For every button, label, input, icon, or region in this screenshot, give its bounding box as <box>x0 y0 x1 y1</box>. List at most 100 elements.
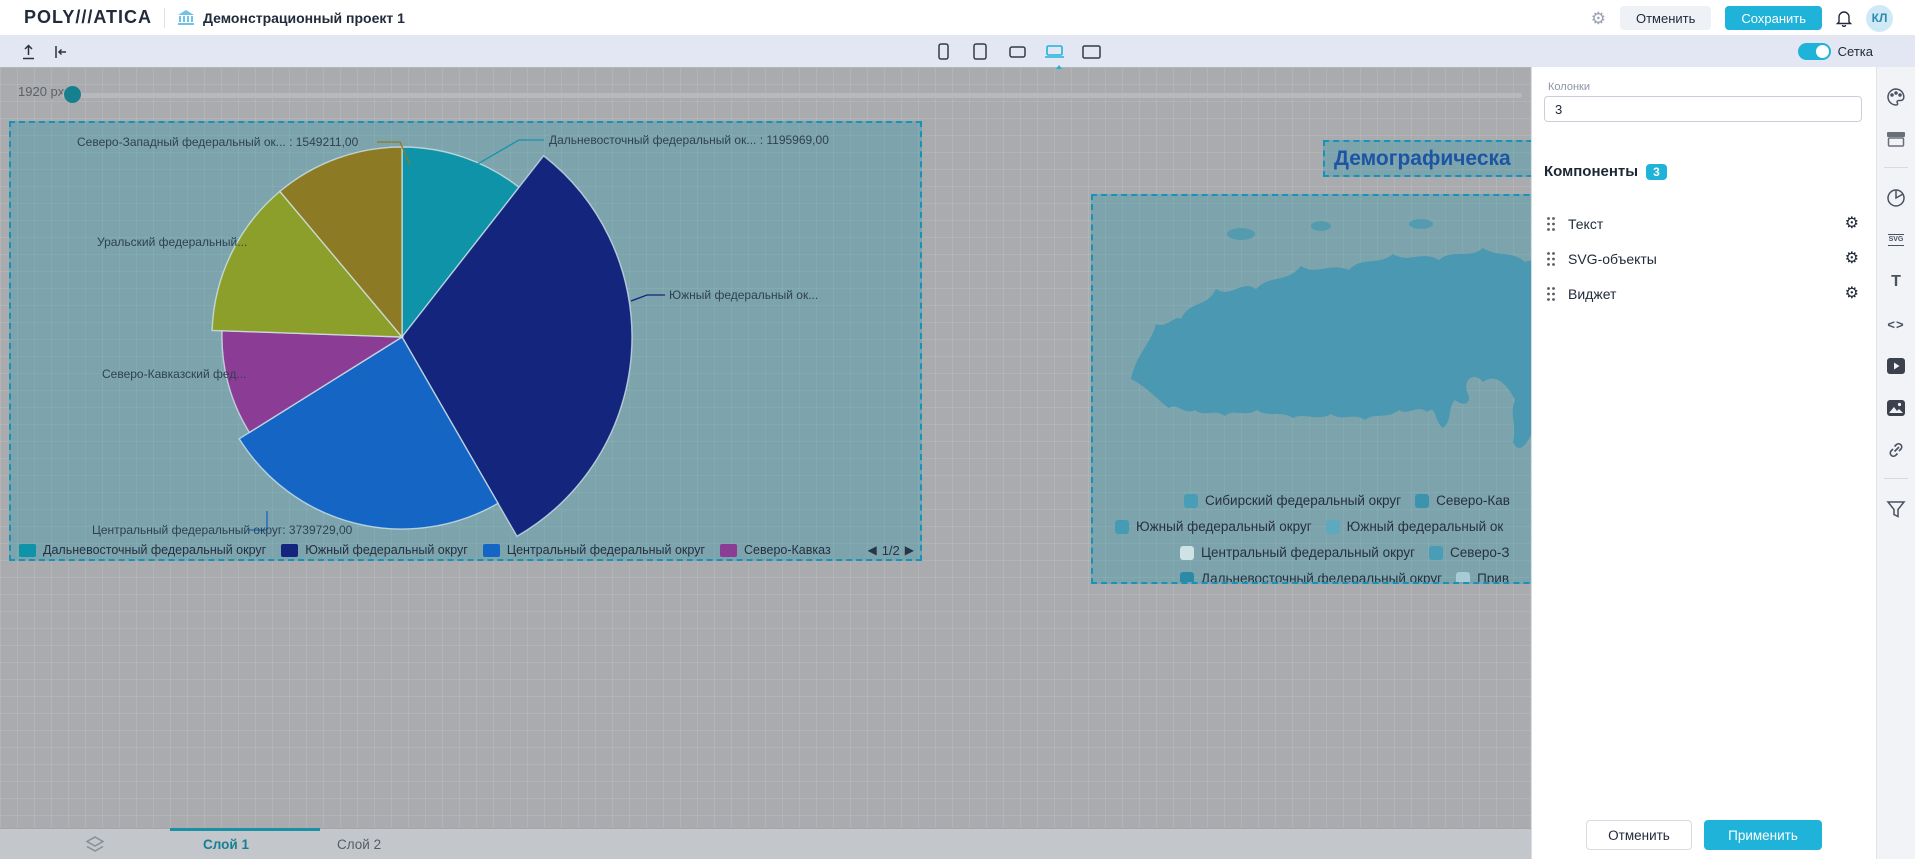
map-legend-item[interactable]: Северо-З <box>1429 545 1509 560</box>
bank-icon <box>177 10 195 26</box>
header-save-button[interactable]: Сохранить <box>1725 6 1822 30</box>
components-count-badge: 3 <box>1646 164 1667 180</box>
layers-bar: Слой 1 Слой 2 <box>0 828 1531 859</box>
grid-toggle-knob <box>1816 45 1829 58</box>
pie-legend: Дальневосточный федеральный округ Южный … <box>19 540 856 560</box>
bell-icon[interactable] <box>1836 10 1852 27</box>
component-gear-icon[interactable]: ⚙ <box>1845 216 1859 232</box>
map-legend-row: Южный федеральный округ Южный федеральны… <box>1115 519 1503 534</box>
upload-icon[interactable] <box>16 40 40 64</box>
map-legend-item[interactable]: Дальневосточный федеральный округ <box>1180 571 1442 584</box>
header-divider <box>164 8 165 28</box>
pie-slice-ufo <box>212 191 402 337</box>
layer-tab-1[interactable]: Слой 1 <box>203 829 249 859</box>
map-legend-row: Центральный федеральный округ Северо-З <box>1180 545 1510 560</box>
pie-slice-dfo <box>402 147 519 337</box>
component-gear-icon[interactable]: ⚙ <box>1845 251 1859 267</box>
canvas-width-label: 1920 px <box>18 84 64 99</box>
pie-legend-item[interactable]: Северо-Кавказ <box>720 543 831 557</box>
app-header: POLY///ATICA Демонстрационный проект 1 ⚙… <box>0 0 1915 36</box>
map-legend-item[interactable]: Северо-Кав <box>1415 493 1510 508</box>
map-legend-item[interactable]: Сибирский федеральный округ <box>1184 493 1401 508</box>
map-legend-item[interactable]: Прив <box>1456 571 1509 584</box>
legend-page-label: 1/2 <box>882 543 900 558</box>
palette-icon[interactable] <box>1884 85 1908 109</box>
components-toolbar: SVG T <> <box>1876 67 1915 859</box>
active-device-indicator <box>1056 65 1062 69</box>
pie-callout-dfo: Дальневосточный федеральный ок... : 1195… <box>549 133 829 147</box>
pie-callout-skfo: Северо-Кавказский фед... <box>102 367 246 381</box>
pie-slice-skfo <box>222 331 402 433</box>
device-laptop-icon-active[interactable] <box>1043 41 1065 63</box>
legend-prev-icon[interactable]: ◀ <box>867 543 876 557</box>
canvas-width-slider-track[interactable] <box>62 93 1522 98</box>
settings-gear-icon[interactable]: ⚙ <box>1591 10 1606 27</box>
filter-icon[interactable] <box>1884 497 1908 521</box>
component-gear-icon[interactable]: ⚙ <box>1845 286 1859 302</box>
columns-label: Колонки <box>1548 81 1590 93</box>
text-icon[interactable]: T <box>1884 270 1908 294</box>
canvas-width-slider-knob[interactable] <box>64 86 81 103</box>
drag-handle-icon[interactable] <box>1546 286 1556 302</box>
pie-chart-icon[interactable] <box>1884 186 1908 210</box>
pie-callout-ufo: Уральский федеральный... <box>97 235 247 249</box>
pie-legend-pager: ◀ 1/2 ▶ <box>867 540 914 560</box>
pie-slice-yufo <box>402 156 632 536</box>
pie-chart <box>11 123 922 561</box>
pie-legend-item[interactable]: Дальневосточный федеральный округ <box>19 543 266 557</box>
toolbar-divider <box>1884 167 1908 168</box>
map-legend-item[interactable]: Южный федеральный округ <box>1115 519 1312 534</box>
user-avatar[interactable]: КЛ <box>1866 5 1893 32</box>
layers-icon[interactable] <box>85 835 105 853</box>
device-desktop-icon[interactable] <box>1080 41 1102 63</box>
component-row-svg[interactable]: SVG-объекты ⚙ <box>1532 245 1877 273</box>
pie-callout-szfo: Северо-Западный федеральный ок... : 1549… <box>77 135 358 149</box>
component-row-text[interactable]: Текст ⚙ <box>1532 210 1877 238</box>
component-label: Текст <box>1568 216 1603 232</box>
map-legend-row: Дальневосточный федеральный округ Прив <box>1180 571 1509 584</box>
panel-cancel-button[interactable]: Отменить <box>1586 820 1692 850</box>
device-tablet-landscape-icon[interactable] <box>1006 41 1028 63</box>
grid-toggle[interactable] <box>1798 43 1831 60</box>
editor-toolbar: Сетка <box>0 36 1915 67</box>
code-icon[interactable]: <> <box>1884 312 1908 336</box>
map-legend-item[interactable]: Южный федеральный ок <box>1326 519 1504 534</box>
toolbar-divider <box>1884 478 1908 479</box>
device-phone-icon[interactable] <box>932 41 954 63</box>
pie-callout-leaders <box>249 140 665 530</box>
archive-box-icon[interactable] <box>1884 127 1908 151</box>
pie-callout-cfo: Центральный федеральный округ: 3739729,0… <box>92 523 352 537</box>
drag-handle-icon[interactable] <box>1546 216 1556 232</box>
image-icon[interactable] <box>1884 396 1908 420</box>
pie-legend-item[interactable]: Центральный федеральный округ <box>483 543 705 557</box>
video-icon[interactable] <box>1884 354 1908 378</box>
pie-slices[interactable] <box>212 147 632 536</box>
settings-panel: Колонки Компоненты 3 Текст ⚙ SVG-объекты… <box>1531 67 1876 859</box>
grid-toggle-label: Сетка <box>1838 44 1873 59</box>
component-row-widget[interactable]: Виджет ⚙ <box>1532 280 1877 308</box>
drag-handle-icon[interactable] <box>1546 251 1556 267</box>
legend-next-icon[interactable]: ▶ <box>905 543 914 557</box>
app-logo: POLY///ATICA <box>24 7 152 28</box>
header-cancel-button[interactable]: Отменить <box>1620 6 1711 30</box>
russia-map[interactable] <box>1121 204 1601 484</box>
layer-tab-2[interactable]: Слой 2 <box>337 829 381 859</box>
arrow-to-bar-icon[interactable] <box>48 40 72 64</box>
project-title: Демонстрационный проект 1 <box>203 10 405 26</box>
pie-chart-widget[interactable]: Северо-Западный федеральный ок... : 1549… <box>9 121 922 561</box>
components-heading: Компоненты 3 <box>1544 163 1667 180</box>
pie-slice-szfo <box>280 147 402 337</box>
link-icon[interactable] <box>1884 438 1908 462</box>
device-tablet-portrait-icon[interactable] <box>969 41 991 63</box>
map-legend-item[interactable]: Центральный федеральный округ <box>1180 545 1415 560</box>
component-label: Виджет <box>1568 286 1616 302</box>
device-size-switcher <box>932 36 1102 67</box>
panel-apply-button[interactable]: Применить <box>1704 820 1822 850</box>
pie-slice-cfo <box>239 337 498 529</box>
columns-input[interactable] <box>1544 96 1862 122</box>
component-label: SVG-объекты <box>1568 251 1657 267</box>
pie-callout-yufo: Южный федеральный ок... <box>669 288 818 302</box>
svg-object-icon[interactable]: SVG <box>1884 228 1908 252</box>
dashboard-title-element[interactable]: Демографическа <box>1323 140 1563 177</box>
pie-legend-item[interactable]: Южный федеральный округ <box>281 543 468 557</box>
